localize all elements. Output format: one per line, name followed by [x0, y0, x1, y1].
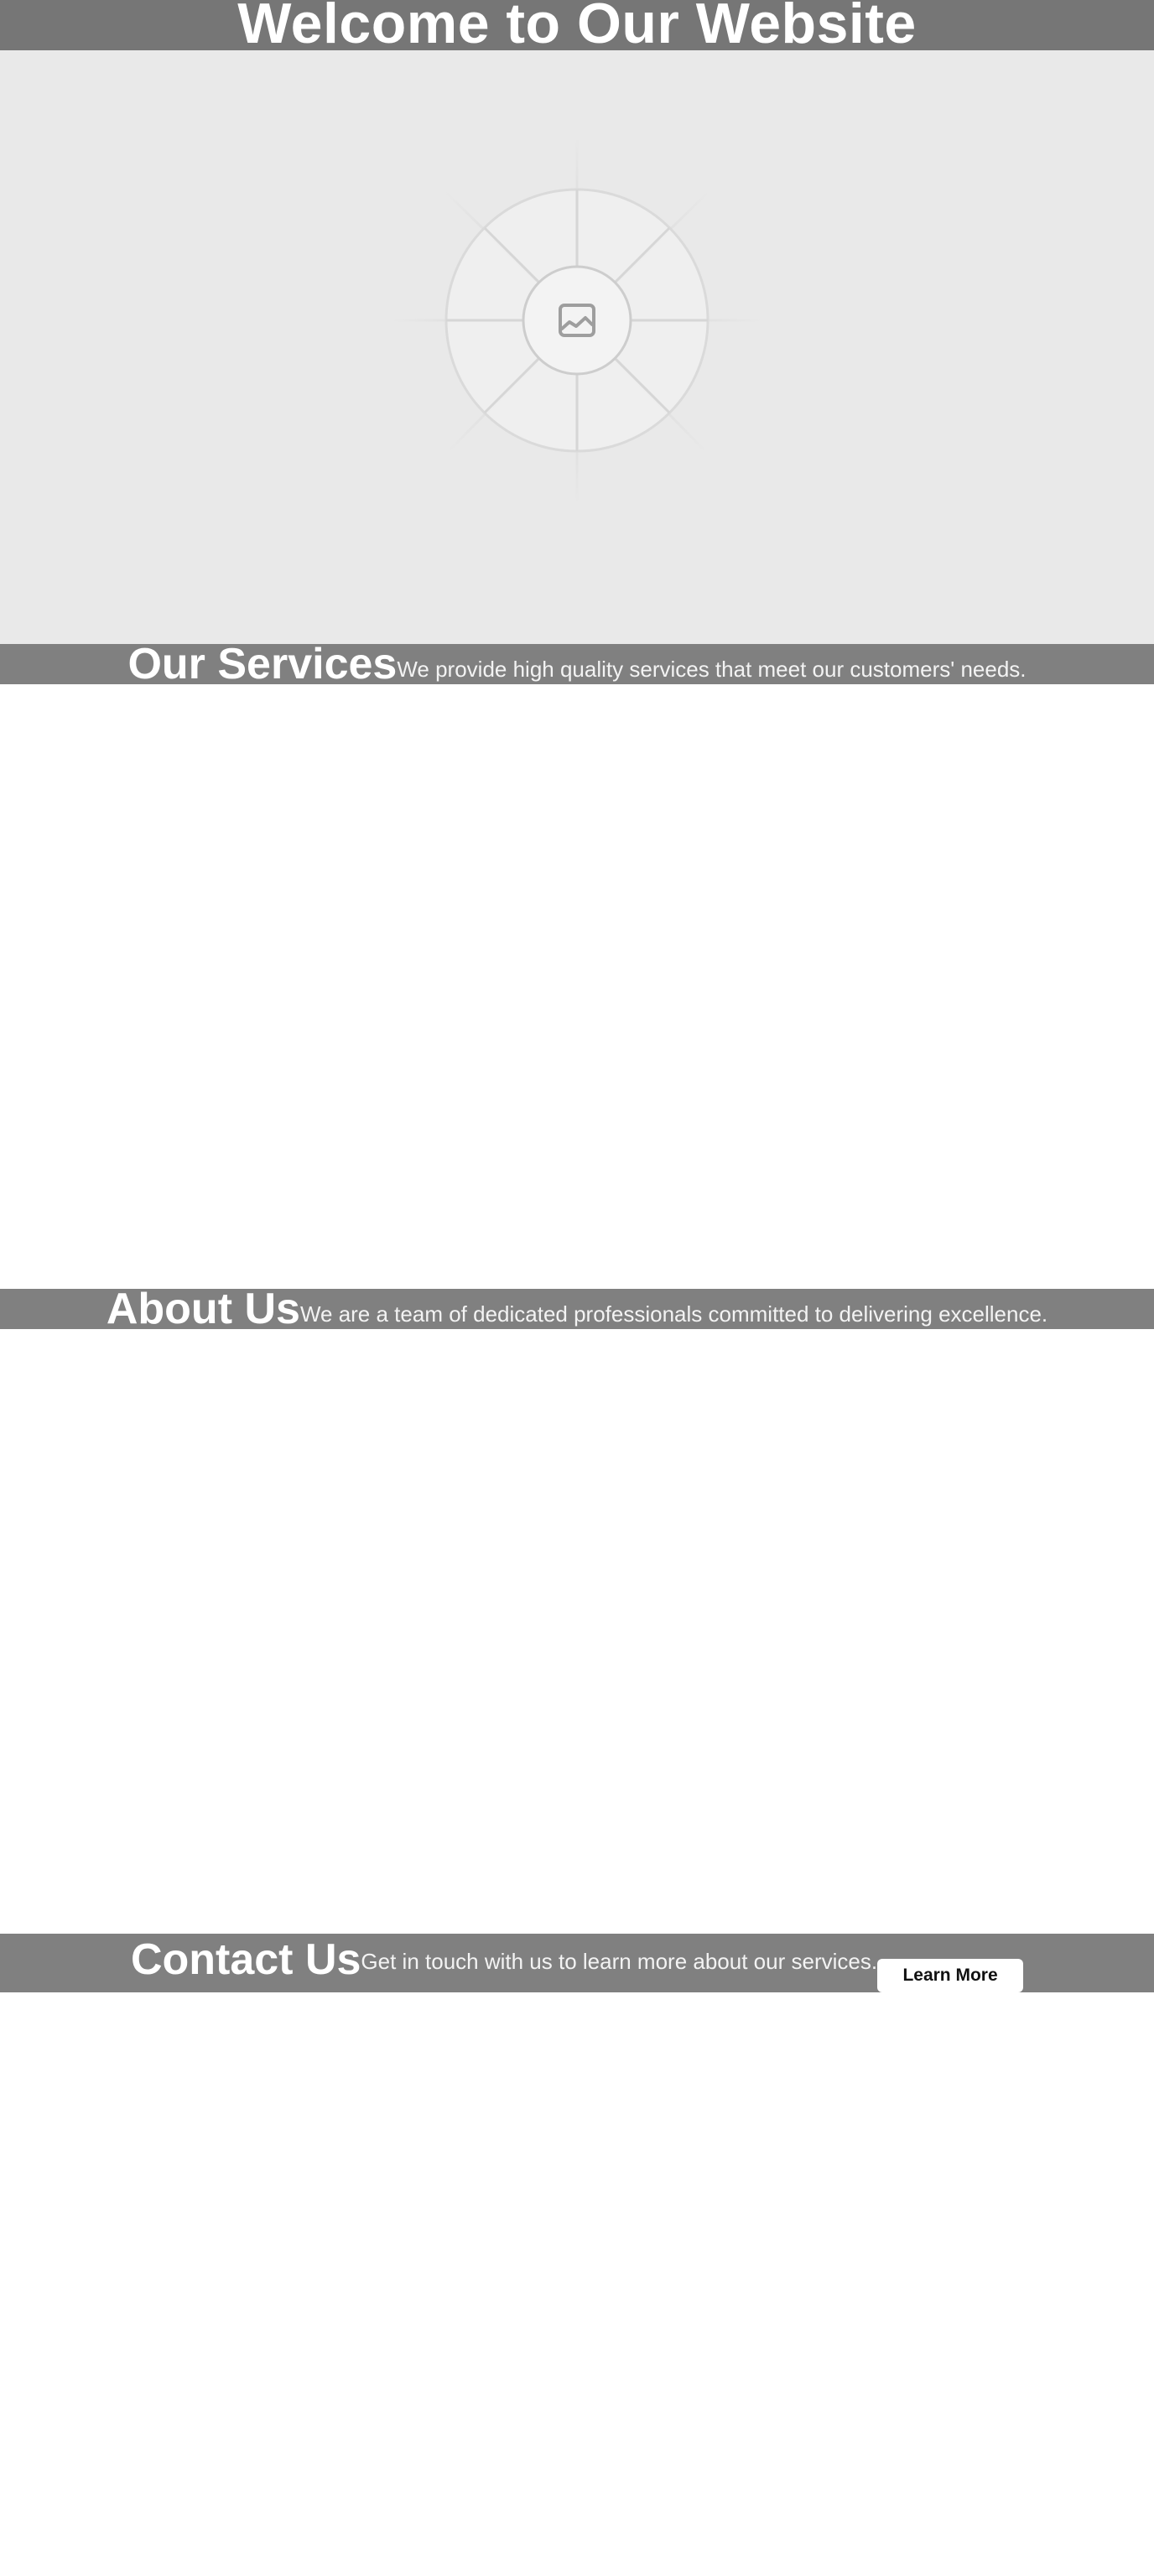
- services-title: Our Services: [127, 640, 398, 688]
- page-title: Welcome to Our Website: [237, 0, 917, 50]
- learn-more-button[interactable]: Learn More: [877, 1959, 1024, 1992]
- contact-title: Contact Us: [130, 1935, 361, 1984]
- hero-image-placeholder: [0, 50, 1154, 644]
- image-placeholder-graphic: [392, 139, 762, 501]
- inner-circle: [522, 265, 632, 376]
- about-section: About Us We are a team of dedicated prof…: [0, 1285, 1154, 1333]
- about-title: About Us: [106, 1285, 300, 1333]
- services-description: We provide high quality services that me…: [397, 657, 1027, 682]
- services-section: Our Services We provide high quality ser…: [0, 640, 1154, 688]
- about-description: We are a team of dedicated professionals…: [299, 1301, 1048, 1327]
- site-header: Welcome to Our Website: [0, 0, 1154, 50]
- contact-section: Contact Us Get in touch with us to learn…: [0, 1934, 1154, 1992]
- contact-description: Get in touch with us to learn more about…: [361, 1949, 878, 1974]
